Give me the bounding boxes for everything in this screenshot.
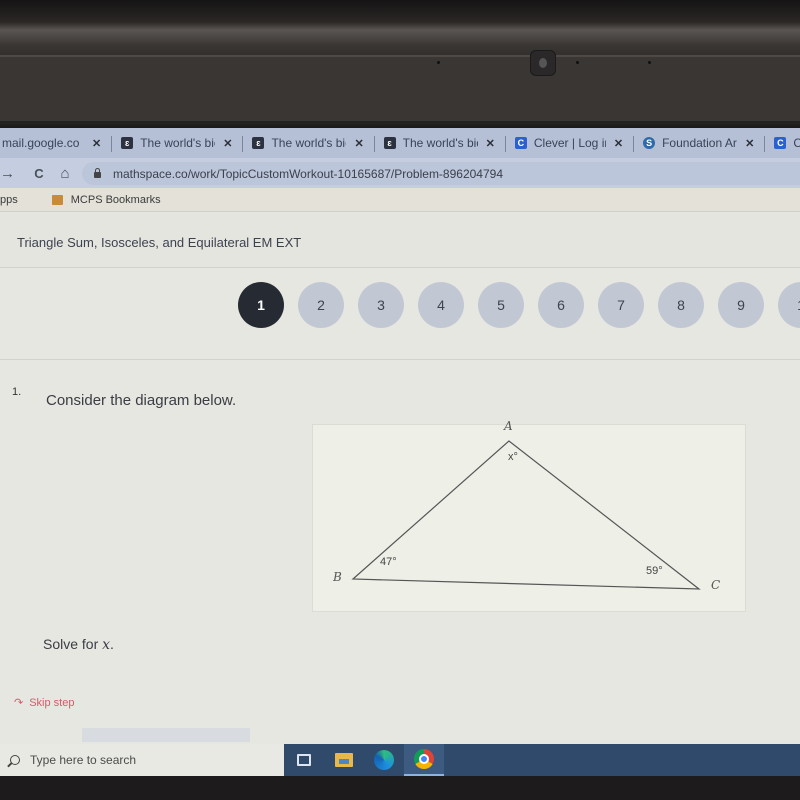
step-button[interactable]: 1 <box>778 282 800 328</box>
tab-title: The world's bic <box>271 136 347 150</box>
tab-title: Clever | Portal <box>793 136 800 150</box>
webcam-icon <box>530 50 556 76</box>
windows-taskbar: Type here to search <box>0 744 800 776</box>
address-bar[interactable]: mathspace.co/work/TopicCustomWorkout-101… <box>82 162 800 185</box>
question-number: 1. <box>12 386 22 398</box>
tab-worlds-2[interactable]: ɛ The world's bic ✕ <box>242 128 373 158</box>
triangle-svg <box>351 440 701 590</box>
bookmark-apps[interactable]: pps <box>0 194 18 206</box>
taskbar-search[interactable]: Type here to search <box>0 744 284 776</box>
foundation-icon: S <box>643 137 656 149</box>
answer-area-edge <box>82 728 250 742</box>
tab-foundation[interactable]: S Foundation Ar ✕ <box>633 128 764 158</box>
forward-button[interactable]: → <box>0 165 15 182</box>
tab-worlds-3[interactable]: ɛ The world's bic ✕ <box>373 128 505 158</box>
vertex-label-a: A <box>504 419 513 433</box>
browser-toolbar: → C ⌂ mathspace.co/work/TopicCustomWorko… <box>0 158 800 188</box>
tab-title: mail.google.co <box>2 136 80 150</box>
solve-prefix: Solve for <box>43 636 103 652</box>
solve-instruction: Solve for x. <box>43 636 114 653</box>
vertex-label-c: C <box>711 578 721 592</box>
edge-icon <box>374 750 394 770</box>
step-button[interactable]: 7 <box>598 282 644 328</box>
task-view-icon <box>297 754 311 766</box>
step-button[interactable]: 4 <box>418 282 464 328</box>
angle-label-b: 47° <box>380 556 397 568</box>
topic-title: Triangle Sum, Isosceles, and Equilateral… <box>17 235 302 250</box>
clever-icon: C <box>514 137 527 149</box>
bookmark-mcps[interactable]: MCPS Bookmarks <box>71 194 161 206</box>
triangle-diagram: A B C x° 47° 59° <box>312 419 746 612</box>
lock-icon <box>94 167 101 178</box>
step-button[interactable]: 5 <box>478 282 524 328</box>
step-button[interactable]: 6 <box>538 282 584 328</box>
world-icon: ɛ <box>252 137 265 149</box>
tab-worlds-1[interactable]: ɛ The world's bic ✕ <box>111 128 242 158</box>
skip-icon: ↷ <box>14 697 24 709</box>
world-icon: ɛ <box>383 137 396 149</box>
step-button[interactable]: 2 <box>298 282 344 328</box>
search-icon <box>10 755 20 765</box>
reload-button[interactable]: C <box>28 166 50 181</box>
edge-button[interactable] <box>364 744 404 776</box>
clever-icon: C <box>774 137 787 149</box>
divider <box>0 359 800 360</box>
world-icon: ɛ <box>121 137 134 149</box>
close-icon[interactable]: ✕ <box>486 137 495 150</box>
tab-title: The world's bic <box>402 136 478 150</box>
skip-step-button[interactable]: ↷ Skip step <box>14 696 75 710</box>
tab-title: Clever | Log in <box>533 136 606 150</box>
angle-label-c: 59° <box>646 565 663 577</box>
chrome-icon <box>414 749 434 769</box>
question-prompt: Consider the diagram below. <box>46 392 237 409</box>
tab-gmail[interactable]: mail.google.co ✕ <box>0 128 111 158</box>
angle-label-a: x° <box>508 451 518 463</box>
home-button[interactable]: ⌂ <box>54 165 76 182</box>
step-button[interactable]: 1 <box>238 282 284 328</box>
tab-strip: mail.google.co ✕ ɛ The world's bic ✕ ɛ T… <box>0 128 800 158</box>
tab-title: The world's bic <box>140 136 216 150</box>
page-header: Triangle Sum, Isosceles, and Equilateral… <box>0 213 800 268</box>
laptop-bezel <box>0 0 800 128</box>
url-text: mathspace.co/work/TopicCustomWorkout-101… <box>113 166 503 181</box>
chrome-button[interactable] <box>404 744 444 776</box>
folder-icon <box>51 194 63 205</box>
solve-suffix: . <box>110 636 114 652</box>
bezel-strip <box>0 55 800 123</box>
vertex-label-b: B <box>333 570 342 584</box>
step-button[interactable]: 9 <box>718 282 764 328</box>
tab-title: Foundation Ar <box>662 136 737 150</box>
close-icon[interactable]: ✕ <box>745 137 754 150</box>
sensor-dot <box>648 61 651 64</box>
tab-clever-portal[interactable]: C Clever | Portal <box>764 128 800 158</box>
taskbar-apps <box>284 744 800 776</box>
tab-clever-login[interactable]: C Clever | Log in ✕ <box>504 128 633 158</box>
close-icon[interactable]: ✕ <box>92 137 101 150</box>
skip-step-label: Skip step <box>29 696 75 709</box>
solve-variable: x <box>102 637 111 653</box>
bookmarks-bar: pps MCPS Bookmarks <box>0 188 800 212</box>
file-explorer-icon <box>335 753 353 767</box>
step-button[interactable]: 8 <box>658 282 704 328</box>
search-placeholder: Type here to search <box>30 753 137 767</box>
sensor-dot <box>437 61 440 64</box>
step-button[interactable]: 3 <box>358 282 404 328</box>
sensor-dot <box>576 61 579 64</box>
task-view-button[interactable] <box>284 744 324 776</box>
close-icon[interactable]: ✕ <box>223 137 232 150</box>
close-icon[interactable]: ✕ <box>614 137 623 150</box>
step-navigator: 1 2 3 4 5 6 7 8 9 1 <box>238 282 800 328</box>
desk-shadow <box>0 776 800 800</box>
file-explorer-button[interactable] <box>324 744 364 776</box>
close-icon[interactable]: ✕ <box>354 137 363 150</box>
screen: mail.google.co ✕ ɛ The world's bic ✕ ɛ T… <box>0 128 800 800</box>
